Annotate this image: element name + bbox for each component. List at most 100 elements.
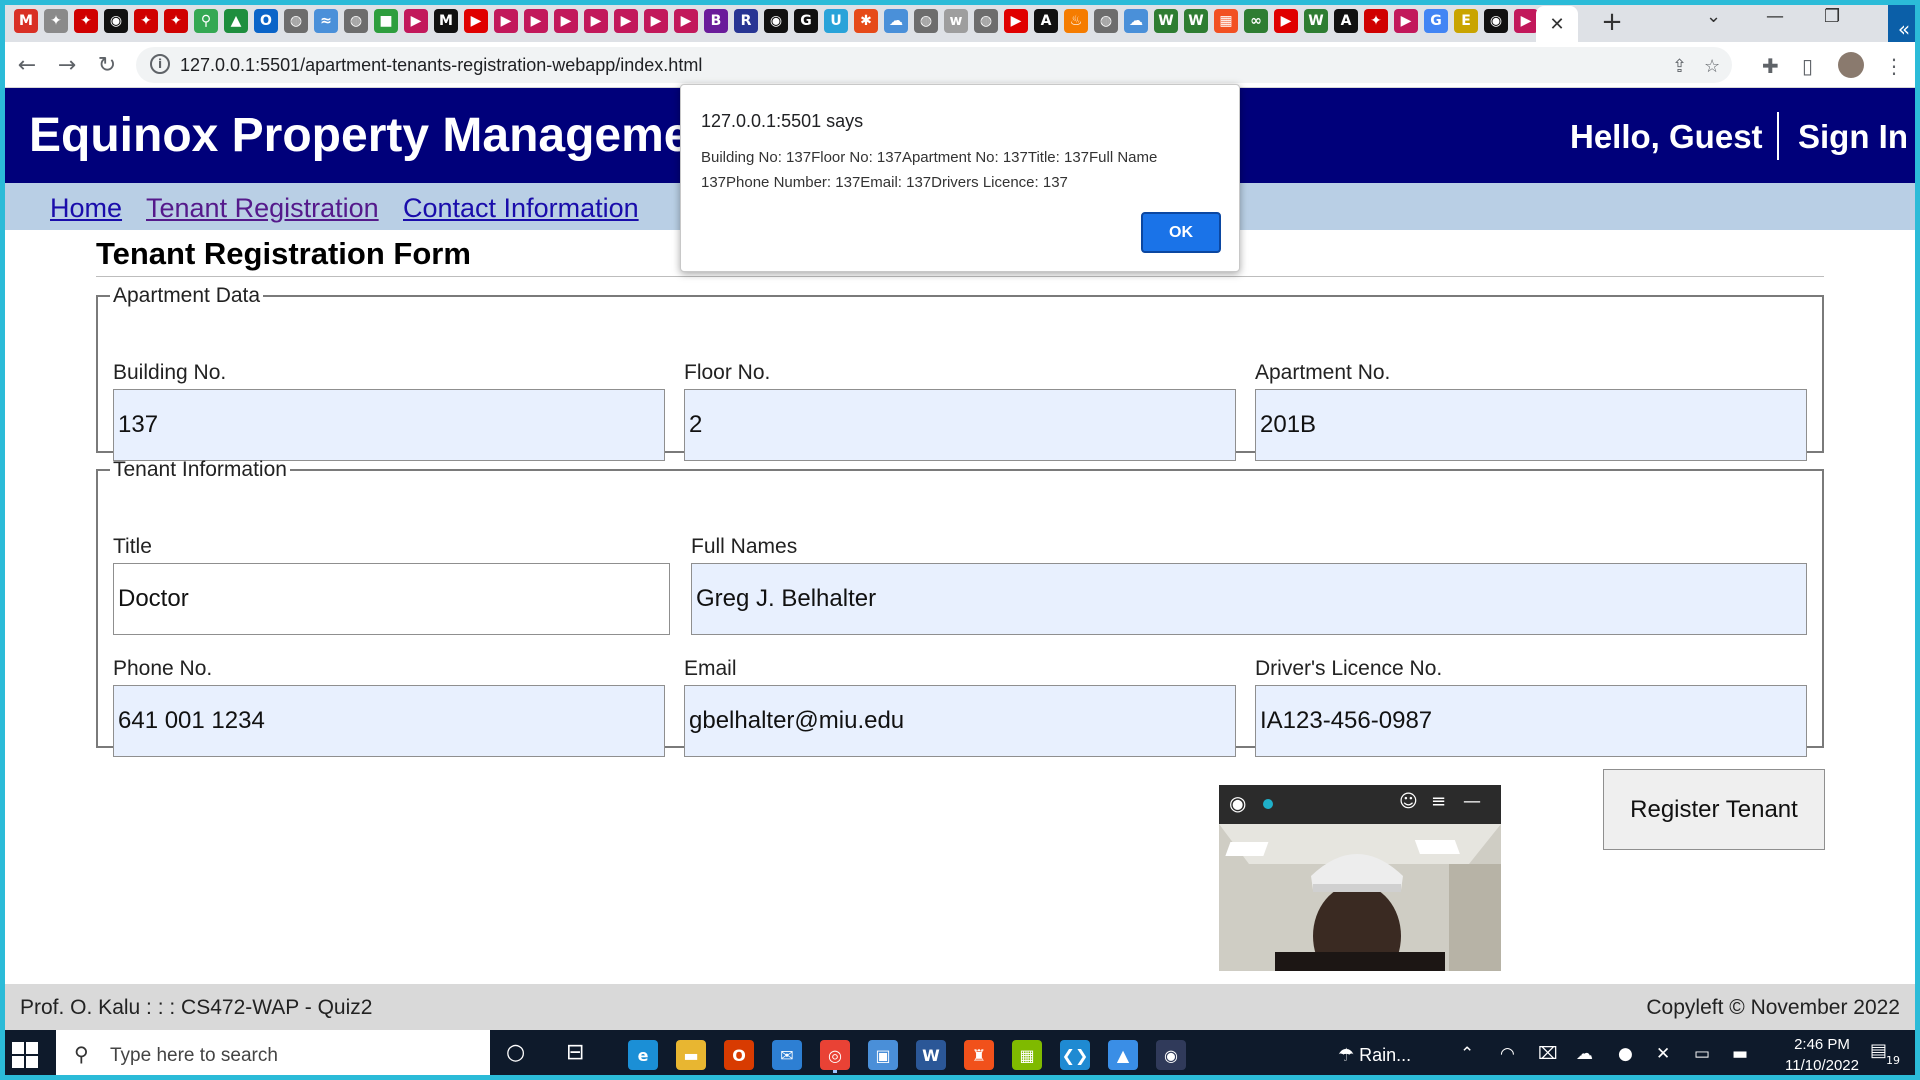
microsoft-store-icon[interactable]: ▦: [1012, 1040, 1042, 1070]
github-icon[interactable]: ◉: [104, 9, 128, 33]
alert-ok-button[interactable]: OK: [1141, 212, 1221, 253]
tab-search-chevron-icon[interactable]: ⌄: [1706, 6, 1721, 27]
youtube-icon[interactable]: ▶: [1004, 9, 1028, 33]
play-icon[interactable]: ▶: [554, 9, 578, 33]
task-view-icon[interactable]: ⊟: [566, 1040, 584, 1065]
extensions-icon[interactable]: ✚: [1762, 54, 1779, 78]
browser-menu-icon[interactable]: ⋮: [1884, 54, 1904, 78]
display-icon[interactable]: ▭: [1694, 1044, 1710, 1064]
fire-icon[interactable]: ♨: [1064, 9, 1088, 33]
github-icon[interactable]: ◉: [764, 9, 788, 33]
maple-leaf-icon[interactable]: ✦: [134, 9, 158, 33]
w-icon[interactable]: W: [1154, 9, 1178, 33]
w-icon[interactable]: W: [1304, 9, 1328, 33]
maple-leaf-icon[interactable]: ✦: [44, 9, 68, 33]
microphone-icon[interactable]: ●: [1618, 1044, 1633, 1064]
title-input[interactable]: [113, 563, 670, 635]
infinity-icon[interactable]: ∞: [1244, 9, 1268, 33]
camera-icon[interactable]: ⌧: [1538, 1044, 1558, 1064]
weather-widget[interactable]: ☂ Rain...: [1338, 1045, 1411, 1066]
back-icon[interactable]: ←: [12, 50, 42, 80]
tray-chevron-icon[interactable]: ⌃: [1460, 1044, 1474, 1064]
play-icon[interactable]: ▶: [584, 9, 608, 33]
site-info-icon[interactable]: i: [150, 54, 170, 74]
forward-icon[interactable]: →: [52, 50, 82, 80]
github-icon[interactable]: ◉: [1484, 9, 1508, 33]
play-icon[interactable]: ▶: [524, 9, 548, 33]
maple-leaf-icon[interactable]: ✦: [164, 9, 188, 33]
globe-icon[interactable]: ◍: [1094, 9, 1118, 33]
play-icon[interactable]: ▶: [674, 9, 698, 33]
youtube-icon[interactable]: ▶: [1274, 9, 1298, 33]
restore-window-button[interactable]: ❐: [1824, 6, 1840, 27]
chat-icon[interactable]: ☺: [1399, 791, 1418, 812]
b-badge-icon[interactable]: B: [704, 9, 728, 33]
nav-link-home[interactable]: Home: [50, 193, 122, 224]
play-icon[interactable]: ▶: [644, 9, 668, 33]
remote-desktop-icon[interactable]: ▣: [868, 1040, 898, 1070]
file-explorer-icon[interactable]: ▬: [676, 1040, 706, 1070]
taskbar-clock[interactable]: 2:46 PM 11/10/2022: [1772, 1034, 1872, 1076]
youtube-icon[interactable]: ▶: [464, 9, 488, 33]
chrome-icon[interactable]: ◎: [820, 1040, 850, 1070]
globe-icon[interactable]: ◍: [284, 9, 308, 33]
notification-center-icon[interactable]: ▤ 19: [1870, 1040, 1902, 1070]
cloud-icon[interactable]: ☁: [884, 9, 908, 33]
edge-icon[interactable]: e: [628, 1040, 658, 1070]
cloud-icon[interactable]: ☁: [1124, 9, 1148, 33]
green-square-icon[interactable]: ■: [374, 9, 398, 33]
maple-leaf-icon[interactable]: ✦: [74, 9, 98, 33]
drivers-licence-input[interactable]: [1255, 685, 1807, 757]
photos-icon[interactable]: ▲: [1108, 1040, 1138, 1070]
outlook-icon[interactable]: O: [254, 9, 278, 33]
address-bar[interactable]: i 127.0.0.1:5501/apartment-tenants-regis…: [136, 47, 1732, 83]
floor-no-input[interactable]: [684, 389, 1236, 461]
ejs-icon[interactable]: E: [1454, 9, 1478, 33]
taskbar-search-box[interactable]: ⚲ Type here to search: [56, 1030, 490, 1080]
battery-icon[interactable]: ▬: [1732, 1044, 1748, 1064]
volume-muted-icon[interactable]: ✕: [1656, 1044, 1670, 1064]
play-icon[interactable]: ▶: [404, 9, 428, 33]
eye-icon[interactable]: ◉: [1229, 791, 1246, 815]
nav-link-contact-information[interactable]: Contact Information: [403, 193, 639, 224]
play-icon[interactable]: ▶: [494, 9, 518, 33]
minimize-window-button[interactable]: —: [1766, 6, 1784, 27]
w-icon[interactable]: W: [1184, 9, 1208, 33]
g-square-icon[interactable]: G: [794, 9, 818, 33]
word-icon[interactable]: W: [916, 1040, 946, 1070]
globe-icon[interactable]: ◍: [974, 9, 998, 33]
email-input[interactable]: [684, 685, 1236, 757]
full-names-input[interactable]: [691, 563, 1807, 635]
wifi-icon[interactable]: ◠: [1500, 1044, 1515, 1064]
mail-icon[interactable]: ✉: [772, 1040, 802, 1070]
register-tenant-button[interactable]: Register Tenant: [1603, 769, 1825, 850]
w3schools-icon[interactable]: w: [944, 9, 968, 33]
webcam-overlay[interactable]: ◉ ☺ ≡ —: [1219, 785, 1501, 971]
angular-icon[interactable]: A: [1334, 9, 1358, 33]
maps-pin-icon[interactable]: ⚲: [194, 9, 218, 33]
google-icon[interactable]: G: [1424, 9, 1448, 33]
cortana-icon[interactable]: ○: [506, 1040, 525, 1065]
close-tab-icon[interactable]: ✕: [1549, 14, 1564, 35]
angular-icon[interactable]: A: [1034, 9, 1058, 33]
boat-icon[interactable]: ≈: [314, 9, 338, 33]
windows-start-icon[interactable]: [12, 1042, 38, 1068]
eye-app-icon[interactable]: ◉: [1156, 1040, 1186, 1070]
phone-no-input[interactable]: [113, 685, 665, 757]
reload-icon[interactable]: ↻: [92, 50, 122, 80]
play-icon[interactable]: ▶: [1394, 9, 1418, 33]
globe-icon[interactable]: ◍: [344, 9, 368, 33]
play-icon[interactable]: ▶: [614, 9, 638, 33]
minimize-icon[interactable]: —: [1463, 791, 1481, 812]
bookmark-star-icon[interactable]: ☆: [1704, 56, 1720, 77]
office-icon[interactable]: O: [724, 1040, 754, 1070]
new-tab-button[interactable]: +: [1596, 6, 1628, 38]
maple-leaf-icon[interactable]: ✦: [1364, 9, 1388, 33]
microsoft-icon[interactable]: ▦: [1214, 9, 1238, 33]
menu-icon[interactable]: ≡: [1431, 791, 1446, 812]
play-icon[interactable]: ▶: [1514, 9, 1538, 33]
side-panel-icon[interactable]: ▯: [1802, 54, 1813, 78]
url-text[interactable]: 127.0.0.1:5501/apartment-tenants-registr…: [180, 55, 702, 76]
r-badge-icon[interactable]: R: [734, 9, 758, 33]
onedrive-icon[interactable]: ☁: [1576, 1044, 1593, 1064]
